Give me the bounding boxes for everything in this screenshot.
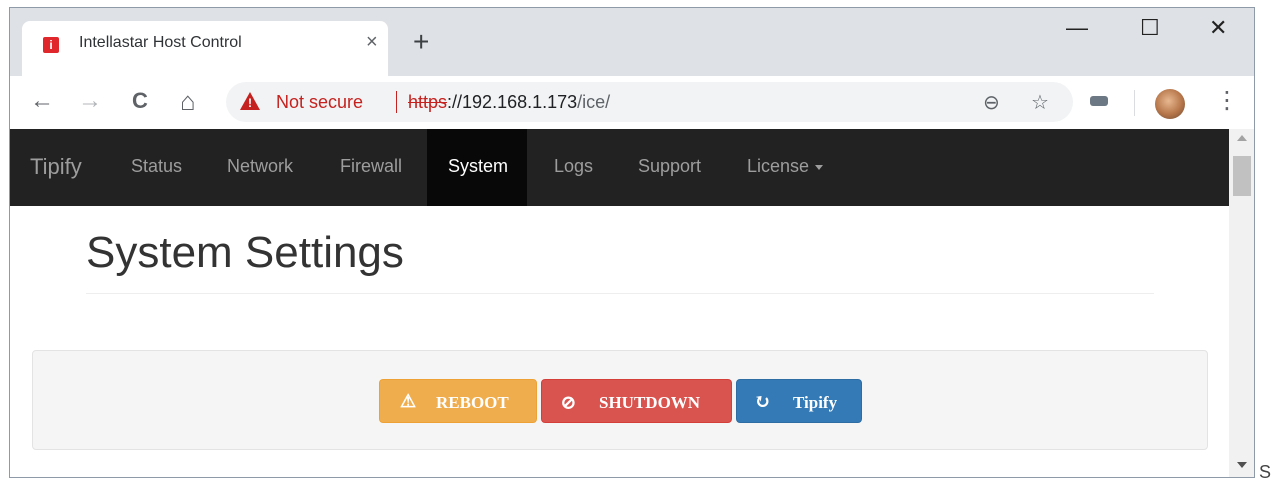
home-icon[interactable]: ⌂ xyxy=(180,86,196,116)
reload-icon[interactable]: C xyxy=(132,86,148,116)
new-tab-icon[interactable]: + xyxy=(413,28,429,56)
shutdown-label: SHUTDOWN xyxy=(599,393,701,412)
shutdown-button[interactable]: ⊘ SHUTDOWN xyxy=(541,379,732,423)
nav-license[interactable]: License xyxy=(747,156,824,177)
scrollbar-thumb[interactable] xyxy=(1233,156,1251,196)
extension-icon[interactable] xyxy=(1090,96,1108,106)
url-scheme: https xyxy=(408,92,448,112)
action-well: ⚠ REBOOT ⊘ SHUTDOWN ↻ Tipify xyxy=(32,350,1208,450)
zoom-icon[interactable]: ⊖ xyxy=(983,90,1000,115)
warning-icon: ⚠ xyxy=(400,391,417,411)
browser-window: i Intellastar Host Control × + — ☐ ✕ ← →… xyxy=(9,7,1255,478)
ban-icon: ⊘ xyxy=(560,392,577,414)
address-bar[interactable]: ! Not secure https://192.168.1.173/ice/ … xyxy=(226,82,1073,122)
browser-tab[interactable]: i Intellastar Host Control × xyxy=(22,21,388,76)
navbar-brand[interactable]: Tipify xyxy=(30,154,82,180)
scroll-up-icon[interactable] xyxy=(1237,135,1247,141)
minimize-icon[interactable]: — xyxy=(1066,16,1088,40)
nav-license-label: License xyxy=(747,156,810,176)
edge-text: S xyxy=(1259,462,1272,482)
nav-system-label: System xyxy=(448,156,509,176)
forward-icon[interactable]: → xyxy=(78,86,102,116)
url-text[interactable]: https://192.168.1.173/ice/ xyxy=(408,92,610,113)
back-icon[interactable]: ← xyxy=(30,86,54,116)
url-path: /ice/ xyxy=(577,92,611,112)
caret-down-icon xyxy=(815,164,824,170)
security-status[interactable]: Not secure xyxy=(276,92,363,113)
tab-title: Intellastar Host Control xyxy=(79,34,242,51)
nav-logs[interactable]: Logs xyxy=(554,156,593,177)
toolbar-separator xyxy=(1134,90,1135,116)
nav-support[interactable]: Support xyxy=(638,156,701,177)
url-host: ://192.168.1.173 xyxy=(447,92,578,112)
browser-menu-icon[interactable]: ⋮ xyxy=(1215,86,1239,116)
page-content: Tipify Status Network Firewall System Lo… xyxy=(10,129,1229,477)
vertical-scrollbar[interactable] xyxy=(1229,129,1254,477)
title-divider xyxy=(86,293,1154,294)
tipify-button[interactable]: ↻ Tipify xyxy=(736,379,862,423)
nav-status[interactable]: Status xyxy=(131,156,182,177)
intellastar-favicon-icon: i xyxy=(43,37,59,53)
refresh-icon: ↻ xyxy=(754,391,771,413)
bookmark-star-icon[interactable]: ☆ xyxy=(1031,90,1049,115)
page-title: System Settings xyxy=(86,228,404,277)
window-close-icon[interactable]: ✕ xyxy=(1209,16,1227,40)
scroll-down-icon[interactable] xyxy=(1237,462,1247,468)
site-navbar: Tipify Status Network Firewall System Lo… xyxy=(10,129,1229,206)
nav-firewall[interactable]: Firewall xyxy=(340,156,402,177)
maximize-icon[interactable]: ☐ xyxy=(1140,16,1160,40)
nav-network[interactable]: Network xyxy=(227,156,293,177)
reboot-button[interactable]: ⚠ REBOOT xyxy=(379,379,537,423)
profile-avatar[interactable] xyxy=(1155,89,1185,119)
reboot-label: REBOOT xyxy=(436,393,509,412)
not-secure-warning-icon: ! xyxy=(240,92,260,110)
tab-strip: i Intellastar Host Control × + — ☐ ✕ xyxy=(10,8,1254,76)
tipify-label: Tipify xyxy=(793,393,838,412)
tab-close-icon[interactable]: × xyxy=(366,32,378,52)
address-separator xyxy=(396,91,397,113)
browser-toolbar: ← → C ⌂ ! Not secure https://192.168.1.1… xyxy=(10,76,1254,129)
nav-system[interactable]: System xyxy=(427,129,527,206)
